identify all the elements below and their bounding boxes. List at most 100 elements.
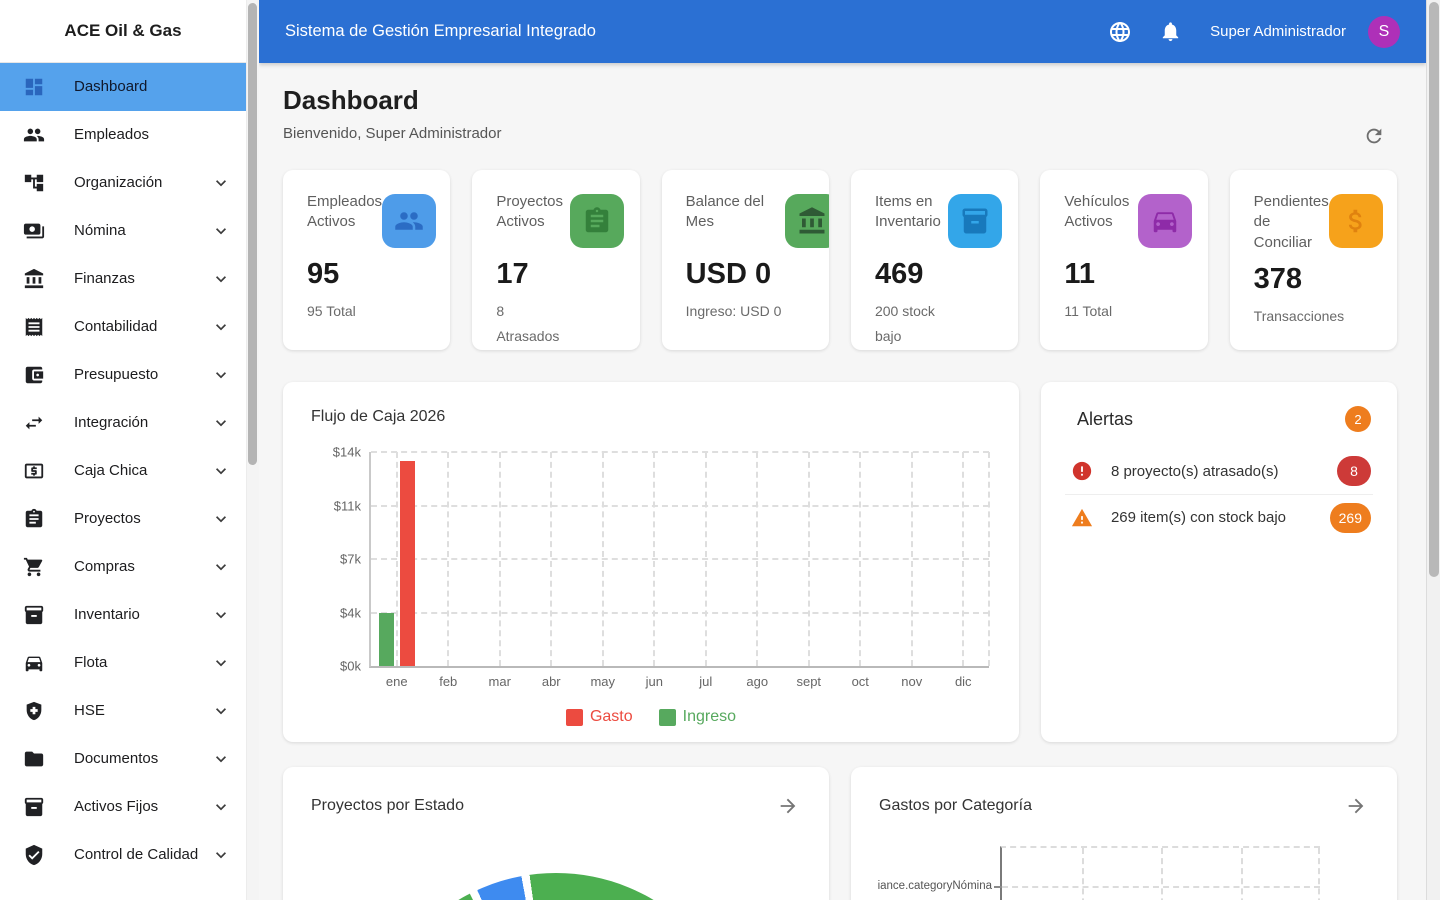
arrow-forward-icon[interactable]	[775, 793, 801, 819]
language-globe-icon[interactable]	[1106, 18, 1134, 46]
brand-title: ACE Oil & Gas	[64, 21, 181, 41]
stat-subtitle: 11 Total	[1064, 303, 1191, 319]
notifications-bell-icon[interactable]	[1156, 18, 1184, 46]
sidebar-item-inventario[interactable]: Inventario	[0, 591, 246, 639]
arrow-forward-icon[interactable]	[1343, 793, 1369, 819]
legend-item-ingreso[interactable]: Ingreso	[659, 708, 736, 726]
people-icon	[394, 206, 424, 236]
projects-by-status-title: Proyectos por Estado	[311, 797, 464, 815]
sidebar-item-control-de-calidad[interactable]: Control de Calidad	[0, 831, 246, 879]
x-axis-tick-label: oct	[852, 674, 869, 689]
sidebar-item-caja-chica[interactable]: Caja Chica	[0, 447, 246, 495]
expenses-chart-plot: iance.categoryNómina	[1000, 846, 1320, 900]
legend-item-gasto[interactable]: Gasto	[566, 708, 633, 726]
sidebar-item-label: Dashboard	[74, 75, 232, 98]
sidebar-item-label: Compras	[74, 555, 210, 578]
chevron-down-icon	[211, 797, 231, 817]
y-axis-tick-label: $14k	[313, 445, 361, 460]
appbar: Sistema de Gestión Empresarial Integrado…	[259, 0, 1426, 63]
alert-count-badge: 269	[1330, 503, 1371, 533]
box-icon	[23, 604, 45, 626]
chevron-down-icon	[211, 701, 231, 721]
alert-count-badge: 8	[1337, 456, 1371, 486]
cashflow-chart-title: Flujo de Caja 2026	[311, 408, 991, 426]
folder-icon	[23, 748, 45, 770]
stat-title: Balance del Mes	[686, 192, 778, 248]
sidebar-item-documentos[interactable]: Documentos	[0, 735, 246, 783]
x-axis-tick-label: feb	[439, 674, 457, 689]
stat-title: Pendientes de Conciliar	[1254, 192, 1329, 253]
stat-title: Empleados Activos	[307, 192, 382, 248]
sidebar-item-proyectos[interactable]: Proyectos	[0, 495, 246, 543]
page-scrollbar[interactable]	[1426, 0, 1440, 900]
appbar-title: Sistema de Gestión Empresarial Integrado	[285, 22, 596, 41]
sidebar-item-finanzas[interactable]: Finanzas	[0, 255, 246, 303]
people-icon	[23, 124, 45, 146]
expenses-category-tick-label: iance.categoryNómina	[878, 880, 992, 892]
chevron-down-icon	[211, 509, 231, 529]
dollar-icon	[1341, 206, 1371, 236]
sidebar-item-organizaci-n[interactable]: Organización	[0, 159, 246, 207]
sidebar-item-label: Finanzas	[74, 267, 210, 290]
sidebar-item-hse[interactable]: HSE	[0, 687, 246, 735]
sidebar-item-empleados[interactable]: Empleados	[0, 111, 246, 159]
receipt-icon	[23, 316, 45, 338]
stat-subtitle: 8	[496, 303, 623, 319]
chevron-down-icon	[211, 413, 231, 433]
x-axis-tick-label: sept	[796, 674, 821, 689]
alert-item: 269 item(s) con stock bajo269	[1065, 494, 1373, 540]
shield-check-icon	[23, 844, 45, 866]
cash-icon	[23, 460, 45, 482]
sidebar-item-label: Empleados	[74, 123, 232, 146]
chevron-down-icon	[211, 221, 231, 241]
stat-value: USD 0	[686, 258, 813, 291]
bank-icon	[23, 268, 45, 290]
sidebar-item-dashboard[interactable]: Dashboard	[0, 63, 246, 111]
main-content: Dashboard Bienvenido, Super Administrado…	[259, 63, 1426, 900]
sidebar-item-label: Flota	[74, 651, 210, 674]
cart-icon	[23, 556, 45, 578]
sidebar-item-activos-fijos[interactable]: Activos Fijos	[0, 783, 246, 831]
user-avatar[interactable]: S	[1368, 16, 1400, 48]
chevron-down-icon	[211, 365, 231, 385]
sidebar-item-label: Proyectos	[74, 507, 210, 530]
stat-subtitle-2: Atrasados	[496, 328, 623, 344]
sidebar-item-label: Caja Chica	[74, 459, 210, 482]
y-axis-tick-label: $0k	[313, 659, 361, 674]
error-icon	[1071, 460, 1093, 482]
sidebar-item-n-mina[interactable]: Nómina	[0, 207, 246, 255]
sidebar-item-contabilidad[interactable]: Contabilidad	[0, 303, 246, 351]
globe-icon	[1108, 20, 1132, 44]
sidebar-item-integraci-n[interactable]: Integración	[0, 399, 246, 447]
y-axis-tick-label: $4k	[313, 605, 361, 620]
x-axis-tick-label: abr	[542, 674, 561, 689]
stat-title: Vehículos Activos	[1064, 192, 1137, 248]
sidebar-item-label: Documentos	[74, 747, 210, 770]
expenses-by-category-title: Gastos por Categoría	[879, 797, 1032, 815]
sidebar-item-label: HSE	[74, 699, 210, 722]
payments-icon	[23, 220, 45, 242]
sidebar-item-compras[interactable]: Compras	[0, 543, 246, 591]
stat-subtitle-2: bajo	[875, 328, 1002, 344]
swap-icon	[23, 412, 45, 434]
stat-subtitle: 95 Total	[307, 303, 434, 319]
sidebar: ACE Oil & Gas Dashboard Empleados Organiza…	[0, 0, 259, 900]
chevron-down-icon	[211, 269, 231, 289]
refresh-icon[interactable]	[1361, 123, 1387, 149]
page-title: Dashboard	[283, 85, 1397, 116]
page-scrollbar-thumb[interactable]	[1429, 2, 1439, 577]
alert-text: 269 item(s) con stock bajo	[1111, 509, 1330, 526]
stat-subtitle: Transacciones	[1254, 308, 1381, 324]
stat-card-proyectos-activos: Proyectos Activos178Atrasados	[472, 170, 639, 350]
sidebar-item-flota[interactable]: Flota	[0, 639, 246, 687]
y-axis-tick-label: $7k	[313, 552, 361, 567]
expenses-by-category-card: Gastos por Categoría iance.categoryNómin…	[851, 767, 1397, 900]
cashflow-chart-plot: $0k$4k$7k$11k$14kenefebmarabrmayjunjulag…	[369, 452, 989, 668]
projects-pie-chart	[366, 873, 746, 900]
sidebar-item-label: Contabilidad	[74, 315, 210, 338]
sidebar-item-presupuesto[interactable]: Presupuesto	[0, 351, 246, 399]
refresh-icon	[1363, 125, 1385, 147]
alerts-card: Alertas 2 8 proyecto(s) atrasado(s)8269 …	[1041, 382, 1397, 742]
sidebar-scrollbar-thumb[interactable]	[248, 3, 257, 465]
sidebar-scrollbar[interactable]	[246, 0, 259, 900]
